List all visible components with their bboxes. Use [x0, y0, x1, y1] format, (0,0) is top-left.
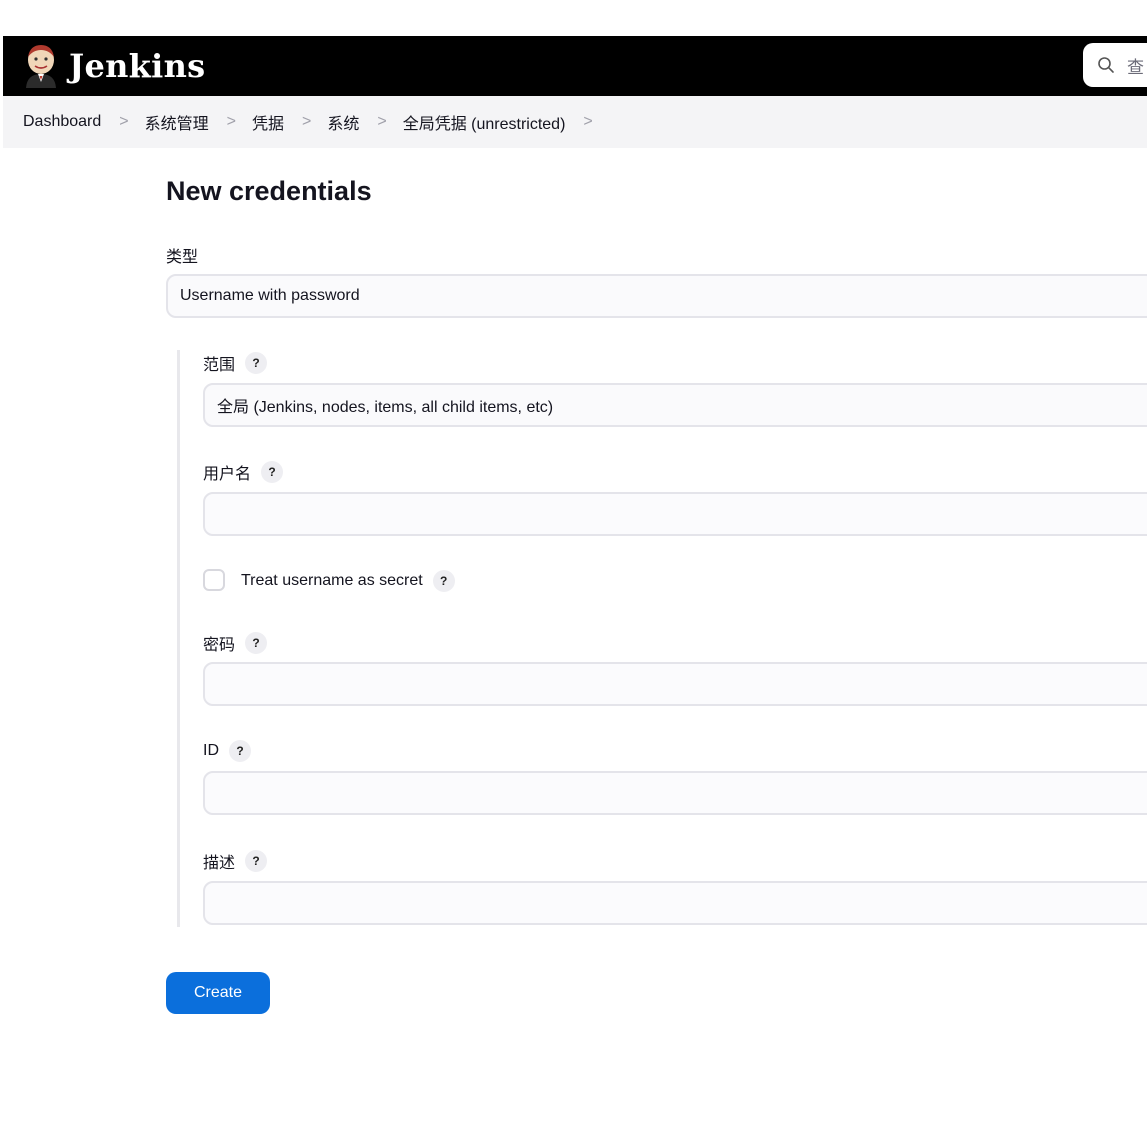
page-title: New credentials [166, 176, 372, 206]
scope-select[interactable]: 全局 (Jenkins, nodes, items, all child ite… [203, 383, 1147, 427]
breadcrumb-item-global-domain[interactable]: 全局凭据 (unrestricted) [403, 110, 566, 134]
scope-label-text: 范围 [203, 357, 236, 374]
chevron-right-icon: > [377, 113, 387, 130]
description-field[interactable] [203, 881, 1147, 925]
search-placeholder: 查 [1127, 57, 1144, 77]
kind-select-value: Username with password [180, 287, 360, 304]
app-name: Jenkins [69, 47, 206, 85]
id-field[interactable] [203, 771, 1147, 815]
kind-label: 类型 [166, 243, 198, 267]
kind-label-text: 类型 [166, 249, 199, 266]
nested-section-divider [177, 350, 180, 927]
help-icon[interactable]: ? [432, 570, 455, 592]
help-icon[interactable]: ? [229, 740, 251, 762]
jenkins-butler-icon [26, 45, 56, 88]
breadcrumb-item-credentials[interactable]: 凭据 [252, 110, 284, 134]
create-button[interactable]: Create [166, 972, 270, 1014]
chevron-right-icon: > [302, 113, 312, 130]
chevron-right-icon: > [226, 113, 236, 130]
help-icon[interactable]: ? [261, 461, 284, 483]
username-label-text: 用户名 [203, 466, 252, 483]
search-input[interactable]: 查 [1083, 43, 1147, 87]
description-label: 描述 ? [203, 849, 268, 873]
help-icon[interactable]: ? [245, 352, 268, 374]
treat-username-secret-text: Treat username as secret [241, 572, 423, 589]
scope-label: 范围 ? [203, 351, 268, 375]
jenkins-logo[interactable]: Jenkins [21, 42, 205, 90]
top-header: Jenkins 查 [3, 36, 1147, 96]
id-label-text: ID [203, 742, 219, 759]
username-field[interactable] [203, 492, 1147, 536]
breadcrumb-item-system[interactable]: 系统 [327, 110, 359, 134]
password-field[interactable] [203, 662, 1147, 706]
breadcrumb-item-dashboard[interactable]: Dashboard [23, 113, 101, 131]
treat-username-secret-checkbox[interactable] [203, 569, 225, 591]
breadcrumb: Dashboard > 系统管理 > 凭据 > 系统 > 全局凭据 (unres… [3, 96, 1147, 148]
chevron-right-icon[interactable]: > [583, 113, 592, 131]
username-label: 用户名 ? [203, 460, 284, 484]
id-label: ID ? [203, 740, 251, 762]
help-icon[interactable]: ? [245, 632, 268, 654]
password-label: 密码 ? [203, 631, 268, 655]
search-icon [1098, 57, 1114, 73]
description-label-text: 描述 [203, 855, 236, 872]
password-label-text: 密码 [203, 637, 236, 654]
treat-username-secret-label: Treat username as secret ? [241, 570, 455, 592]
chevron-right-icon: > [119, 113, 129, 130]
scope-select-value: 全局 (Jenkins, nodes, items, all child ite… [217, 399, 554, 416]
kind-select[interactable]: Username with password [166, 274, 1147, 318]
help-icon[interactable]: ? [245, 850, 268, 872]
breadcrumb-item-manage[interactable]: 系统管理 [145, 110, 209, 134]
